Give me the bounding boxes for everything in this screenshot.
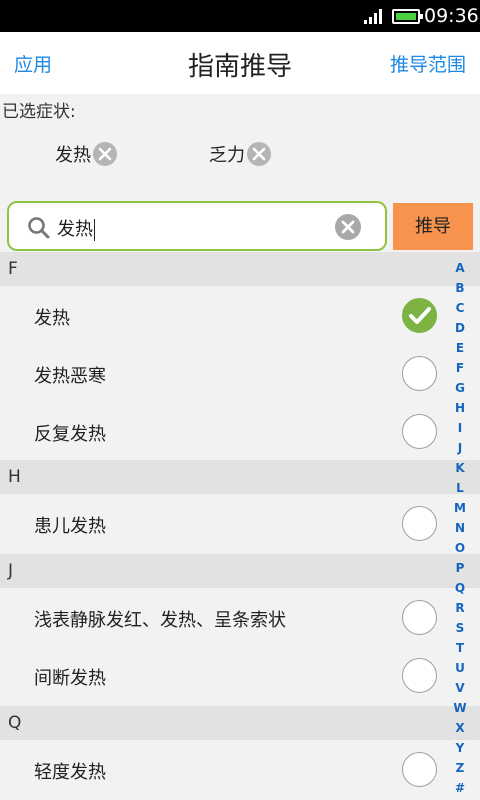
selected-chip: 乏力 xyxy=(209,141,271,167)
search-input[interactable]: 发热 xyxy=(57,215,95,241)
index-letter[interactable]: S xyxy=(450,618,470,638)
remove-chip-icon[interactable] xyxy=(247,142,271,166)
remove-chip-icon[interactable] xyxy=(93,142,117,166)
list-item[interactable]: 反复发热 xyxy=(0,402,480,460)
unchecked-circle-icon[interactable] xyxy=(402,658,437,693)
status-bar: 09:36 xyxy=(0,0,480,32)
index-letter[interactable]: Q xyxy=(450,578,470,598)
search-icon xyxy=(28,217,50,239)
index-letter[interactable]: N xyxy=(450,518,470,538)
index-letter[interactable]: X xyxy=(450,718,470,738)
index-letter[interactable]: M xyxy=(450,498,470,518)
index-letter[interactable]: Z xyxy=(450,758,470,778)
list-item-label: 浅表静脉发红、发热、呈条索状 xyxy=(34,610,286,631)
text-caret xyxy=(94,219,95,241)
list-item-label: 发热 xyxy=(34,308,70,329)
unchecked-circle-icon[interactable] xyxy=(402,752,437,787)
unchecked-circle-icon[interactable] xyxy=(402,506,437,541)
checked-icon[interactable] xyxy=(402,298,437,333)
unchecked-circle-icon[interactable] xyxy=(402,600,437,635)
unchecked-circle-icon[interactable] xyxy=(402,356,437,391)
index-letter[interactable]: J xyxy=(450,438,470,458)
signal-icon xyxy=(364,9,382,24)
section-header-q: Q xyxy=(0,706,480,740)
index-letter[interactable]: O xyxy=(450,538,470,558)
index-letter[interactable]: I xyxy=(450,418,470,438)
index-letter[interactable]: Y xyxy=(450,738,470,758)
search-box[interactable]: 发热 xyxy=(7,201,387,251)
list-item[interactable]: 轻度发热 xyxy=(0,740,480,798)
list-item-label: 发热恶寒 xyxy=(34,366,106,387)
index-letter[interactable]: F xyxy=(450,358,470,378)
index-letter[interactable]: R xyxy=(450,598,470,618)
index-letter[interactable]: T xyxy=(450,638,470,658)
index-letter[interactable]: B xyxy=(450,278,470,298)
list-item-label: 轻度发热 xyxy=(34,762,106,783)
list-item[interactable]: 间断发热 xyxy=(0,646,480,704)
unchecked-circle-icon[interactable] xyxy=(402,414,437,449)
index-letter[interactable]: E xyxy=(450,338,470,358)
section-header-j: J xyxy=(0,554,480,588)
index-letter[interactable]: D xyxy=(450,318,470,338)
index-letter[interactable]: A xyxy=(450,258,470,278)
list-item[interactable]: 患儿发热 xyxy=(0,494,480,552)
section-header-h: H xyxy=(0,460,480,494)
selected-symptoms-label: 已选症状: xyxy=(2,102,76,122)
clear-search-icon[interactable] xyxy=(335,214,361,240)
chip-label: 乏力 xyxy=(209,145,245,166)
list-item-label: 间断发热 xyxy=(34,668,106,689)
index-letter[interactable]: U xyxy=(450,658,470,678)
list-item-label: 反复发热 xyxy=(34,424,106,445)
derive-range-button[interactable]: 推导范围 xyxy=(390,50,466,77)
app-header: 应用 指南推导 推导范围 xyxy=(0,32,480,94)
index-letter[interactable]: K xyxy=(450,458,470,478)
list-item[interactable]: 浅表静脉发红、发热、呈条索状 xyxy=(0,588,480,646)
index-letter[interactable]: C xyxy=(450,298,470,318)
list-item-label: 患儿发热 xyxy=(34,516,106,537)
list-item[interactable]: 发热 xyxy=(0,286,480,344)
index-letter[interactable]: # xyxy=(450,778,470,798)
index-letter[interactable]: P xyxy=(450,558,470,578)
list-item[interactable]: 发热恶寒 xyxy=(0,344,480,402)
index-letter[interactable]: L xyxy=(450,478,470,498)
index-letter[interactable]: W xyxy=(450,698,470,718)
section-header-f: F xyxy=(0,252,480,286)
index-letter[interactable]: G xyxy=(450,378,470,398)
index-letter[interactable]: H xyxy=(450,398,470,418)
derive-button[interactable]: 推导 xyxy=(393,203,473,250)
selected-chip: 发热 xyxy=(55,141,117,167)
battery-icon xyxy=(392,9,423,24)
chip-label: 发热 xyxy=(55,145,91,166)
status-time: 09:36 xyxy=(424,5,479,27)
alphabet-index[interactable]: A B C D E F G H I J K L M N O P Q R S T U V W X Y Z # xyxy=(450,258,470,798)
index-letter[interactable]: V xyxy=(450,678,470,698)
